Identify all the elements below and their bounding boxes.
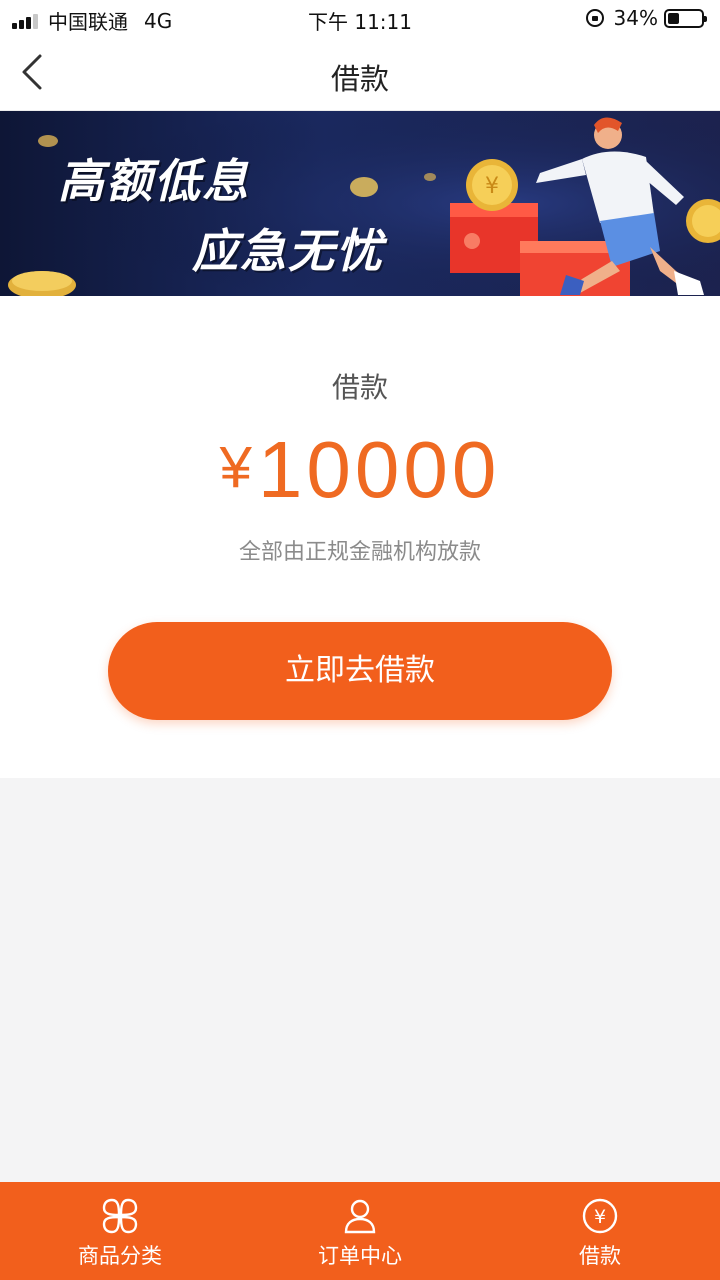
apply-loan-button[interactable]: 立即去借款 (108, 622, 612, 720)
tab-label-orders: 订单中心 (318, 1244, 402, 1268)
status-right: 34% (585, 6, 707, 30)
rotation-lock-icon (585, 9, 604, 27)
bottom-tab-bar: 商品分类 订单中心 ¥ 借款 (0, 1182, 720, 1280)
tab-label-loan: 借款 (579, 1244, 621, 1268)
categories-icon (102, 1198, 138, 1234)
navigation-bar: 借款 (0, 36, 720, 111)
loan-disclaimer: 全部由正规金融机构放款 (238, 540, 481, 565)
user-icon (344, 1199, 376, 1234)
banner-headline: 高额低息 (58, 154, 250, 208)
loan-page: 中国联通 4G 下午 11:11 34% 借款 ¥ 高额低息 应急无忧 借款 ¥… (0, 0, 720, 1280)
battery-percent: 34% (613, 6, 658, 30)
svg-text:¥: ¥ (594, 1206, 606, 1228)
currency-symbol: ¥ (219, 435, 252, 500)
loan-label: 借款 (331, 371, 388, 404)
promo-banner[interactable]: ¥ 高额低息 应急无忧 (0, 111, 720, 296)
tab-orders[interactable]: 订单中心 (240, 1182, 480, 1280)
status-bar: 中国联通 4G 下午 11:11 34% (0, 0, 720, 36)
banner-subheadline: 应急无忧 (192, 224, 384, 278)
page-title: 借款 (330, 62, 389, 96)
yen-coin-icon: ¥ (582, 1198, 618, 1234)
loan-card: 借款 ¥10000 全部由正规金融机构放款 立即去借款 (0, 296, 720, 778)
tab-categories[interactable]: 商品分类 (0, 1182, 240, 1280)
svg-text:¥: ¥ (485, 174, 499, 199)
battery-icon (664, 8, 707, 28)
loan-amount: ¥10000 (0, 424, 720, 516)
tab-label-categories: 商品分类 (78, 1244, 162, 1268)
tab-loan[interactable]: ¥ 借款 (480, 1182, 720, 1280)
amount-value: 10000 (257, 425, 501, 514)
